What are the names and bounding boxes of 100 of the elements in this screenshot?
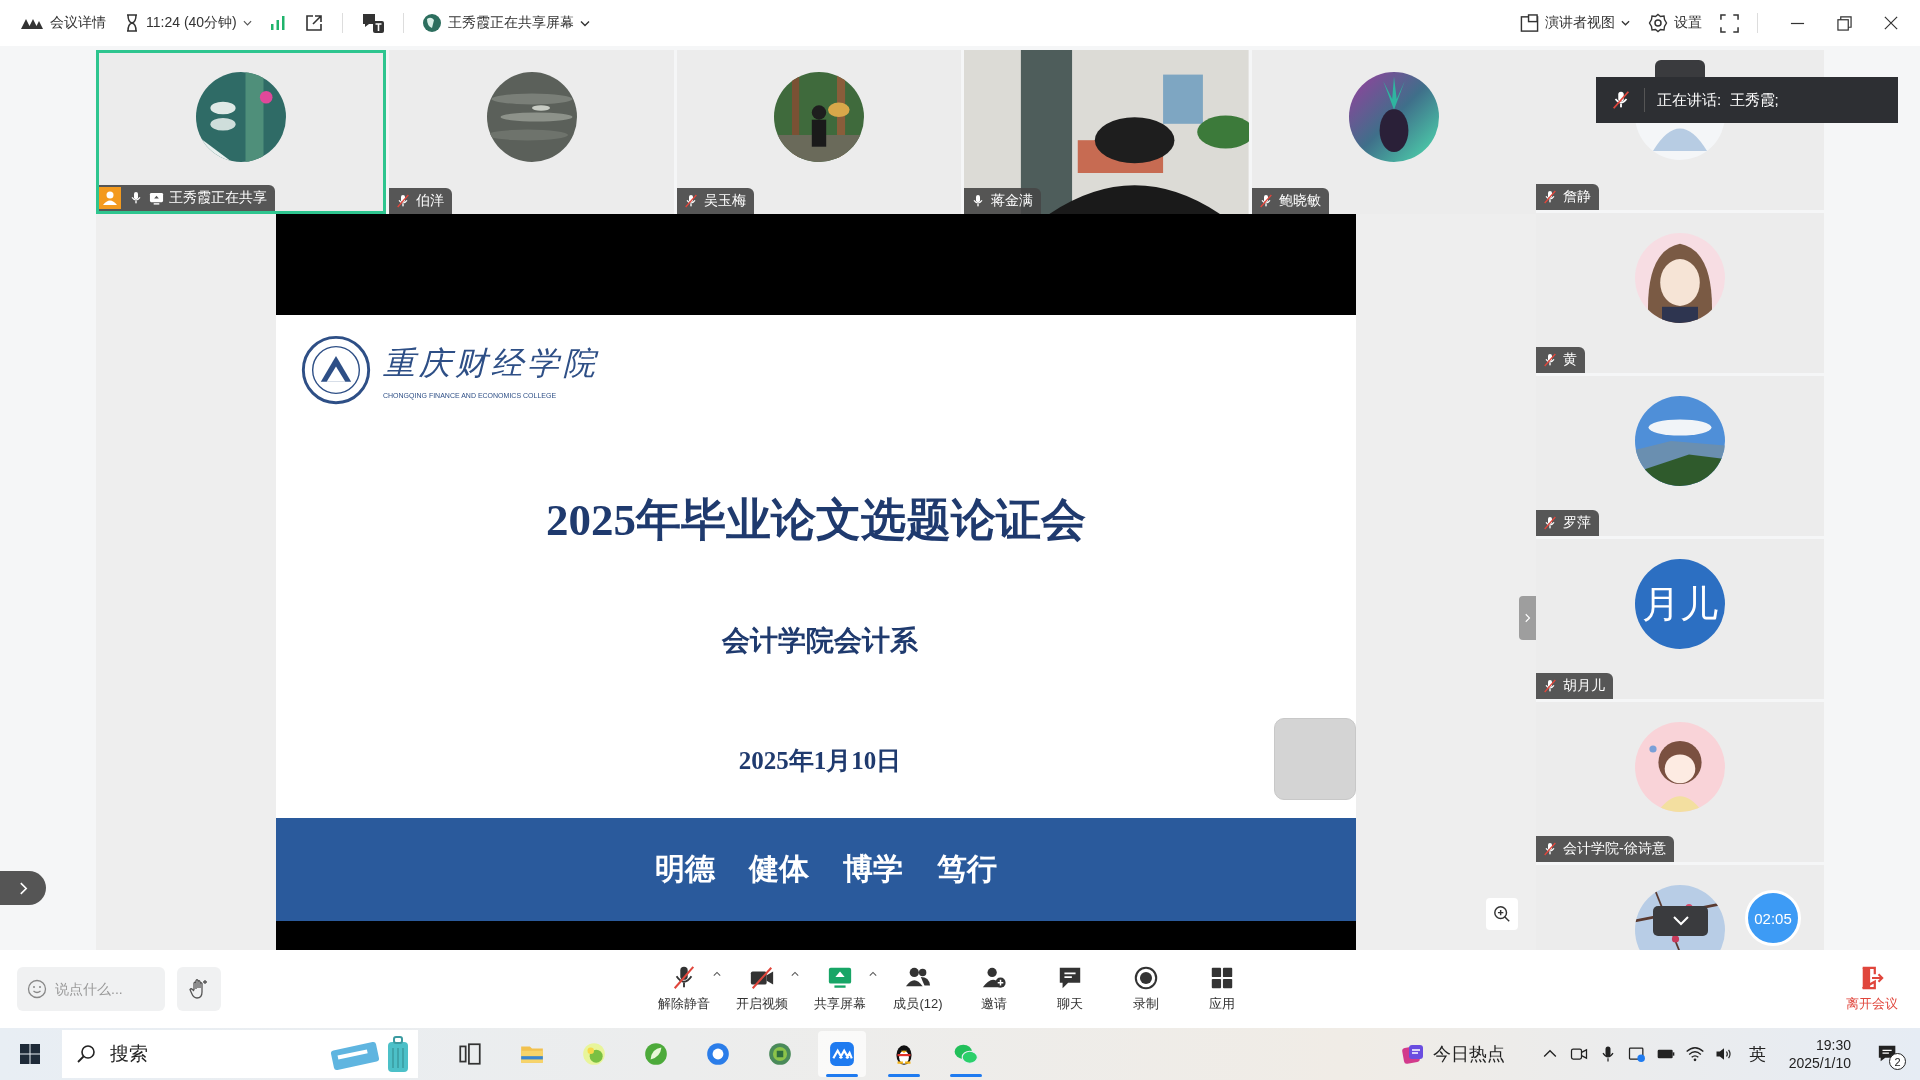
participant-tile[interactable]: 鲍晓敏: [1251, 50, 1537, 214]
toolbar-button[interactable]: 应用: [1187, 965, 1257, 1013]
toolbar-button[interactable]: 成员(12): [883, 965, 953, 1013]
search-placeholder: 搜索: [110, 1042, 149, 1066]
participant-tile[interactable]: 罗萍: [1536, 376, 1824, 536]
screen-share-icon: [827, 965, 853, 991]
taskbar-search-field[interactable]: 搜索: [62, 1030, 418, 1078]
windows-start-icon[interactable]: [20, 1044, 40, 1064]
caret-icon: [242, 20, 252, 26]
participant-name: 吴玉梅: [703, 192, 746, 210]
app-icon: [581, 1041, 607, 1067]
participant-name: 詹静: [1563, 188, 1591, 206]
zoom-in-icon: [1493, 905, 1511, 923]
participant-tile[interactable]: 会计学院-徐诗意: [1536, 702, 1824, 862]
toolbar-button[interactable]: 共享屏幕: [805, 965, 875, 1013]
expand-button[interactable]: [0, 871, 46, 905]
participant-tile[interactable]: 黄: [1536, 213, 1824, 373]
chevron-down-icon: [1672, 916, 1689, 926]
participant-tile[interactable]: 伯洋: [389, 50, 674, 214]
input-method-indicator[interactable]: 英: [1748, 1042, 1766, 1066]
translate-icon[interactable]: [360, 12, 385, 34]
clock-date[interactable]: 2025/1/10: [1788, 1054, 1851, 1072]
settings-button[interactable]: 设置: [1648, 13, 1702, 33]
exit-icon: [1859, 965, 1885, 991]
participant-name: 伯洋: [416, 192, 445, 210]
slide-title: 2025年毕业论文选题论证会: [546, 494, 1086, 547]
motto-word: 博学: [843, 851, 903, 887]
app-icon: [767, 1041, 793, 1067]
toolbar-button[interactable]: 解除静音: [649, 965, 719, 1013]
signal-icon[interactable]: [269, 15, 286, 31]
fullscreen-icon[interactable]: [1720, 13, 1739, 33]
sharing-status-dropdown[interactable]: 王秀霞正在共享屏幕: [421, 13, 590, 33]
settings-icon: [1648, 13, 1668, 33]
motto-word: 健体: [749, 851, 809, 887]
caret-icon[interactable]: [713, 971, 721, 977]
meeting-details-label: 会议详情: [50, 14, 106, 32]
speaking-text: 正在讲话: 王秀霞;: [1657, 90, 1779, 110]
avatar: 月儿: [1635, 559, 1725, 649]
raise-hand-button[interactable]: [177, 967, 221, 1011]
task-view-icon: [457, 1041, 483, 1067]
chat-input-field[interactable]: 说点什么...: [17, 967, 165, 1011]
news-icon: [1400, 1042, 1425, 1066]
participant-name: 罗萍: [1563, 514, 1591, 532]
motto-word: 明德: [655, 851, 715, 887]
toolbar-button[interactable]: 邀请: [959, 965, 1029, 1013]
participant-name: 胡月儿: [1563, 677, 1605, 695]
scroll-down-button[interactable]: [1653, 906, 1708, 936]
duration-dropdown[interactable]: 11:24 (40分钟): [124, 14, 252, 32]
layout-icon: [1520, 13, 1539, 33]
caret-icon[interactable]: [791, 971, 799, 977]
presenter-view-label: 演讲者视图: [1545, 14, 1615, 32]
chevron-right-icon: [18, 881, 28, 895]
muted-mic-icon: [671, 965, 697, 991]
caret-icon: [1621, 20, 1630, 26]
collapse-handle[interactable]: [1519, 596, 1536, 640]
school-emblem-icon: [301, 335, 371, 405]
camera-off-icon: [749, 965, 775, 991]
presenter-view-dropdown[interactable]: 演讲者视图: [1520, 13, 1630, 33]
chevron-right-icon: [1524, 613, 1531, 623]
news-widget[interactable]: 今日热点: [1400, 1042, 1505, 1066]
search-icon: [76, 1044, 96, 1064]
participant-name: 鲍晓敏: [1278, 192, 1321, 210]
hourglass-icon: [124, 14, 140, 32]
avatar-icon: [421, 13, 442, 33]
restore-icon[interactable]: [1837, 15, 1852, 31]
motto-word: 笃行: [937, 851, 997, 887]
ring-icon: [705, 1041, 731, 1067]
close-icon[interactable]: [1884, 16, 1898, 30]
toolbar-button[interactable]: 录制: [1111, 965, 1181, 1013]
apps-icon: [1209, 965, 1235, 991]
leaf-icon: [643, 1041, 669, 1067]
participant-tile[interactable]: 王秀霞正在共享: [96, 50, 387, 214]
notification-count: 2: [1889, 1053, 1906, 1070]
school-name: 重庆财经学院: [383, 342, 599, 384]
duration-label: 11:24 (40分钟): [146, 14, 237, 32]
toolbar-button[interactable]: 开启视频: [727, 965, 797, 1013]
record-icon: [1133, 965, 1159, 991]
meeting-app-icon: [829, 1041, 855, 1067]
toolbar-button[interactable]: 聊天: [1035, 965, 1105, 1013]
participant-tile[interactable]: 蒋金满: [964, 50, 1249, 214]
settings-label: 设置: [1674, 14, 1702, 32]
sharing-status-label: 王秀霞正在共享屏幕: [447, 14, 574, 32]
leave-meeting-button[interactable]: 离开会议: [1846, 965, 1898, 1013]
participant-tile[interactable]: 月儿 胡月儿: [1536, 539, 1824, 699]
caret-icon[interactable]: [869, 971, 877, 977]
notifications-button[interactable]: 2: [1868, 1034, 1908, 1074]
participant-name: 会计学院-徐诗意: [1563, 840, 1666, 858]
participant-name: 蒋金满: [991, 192, 1034, 210]
caret-icon: [579, 19, 590, 27]
popout-icon[interactable]: [303, 13, 324, 33]
add-person-icon: [981, 965, 1007, 991]
news-label: 今日热点: [1432, 1043, 1505, 1066]
participant-tile[interactable]: 吴玉梅: [676, 50, 962, 214]
participant-name: 黄: [1563, 351, 1577, 369]
meeting-details-button[interactable]: 会议详情: [20, 14, 106, 32]
zoom-in-button[interactable]: [1486, 898, 1518, 930]
clock-time[interactable]: 19:30: [1815, 1036, 1851, 1054]
slide-date: 2025年1月10日: [738, 746, 902, 776]
wifi-icon[interactable]: [1684, 1044, 1705, 1064]
participant-name: 王秀霞正在共享: [169, 189, 267, 207]
